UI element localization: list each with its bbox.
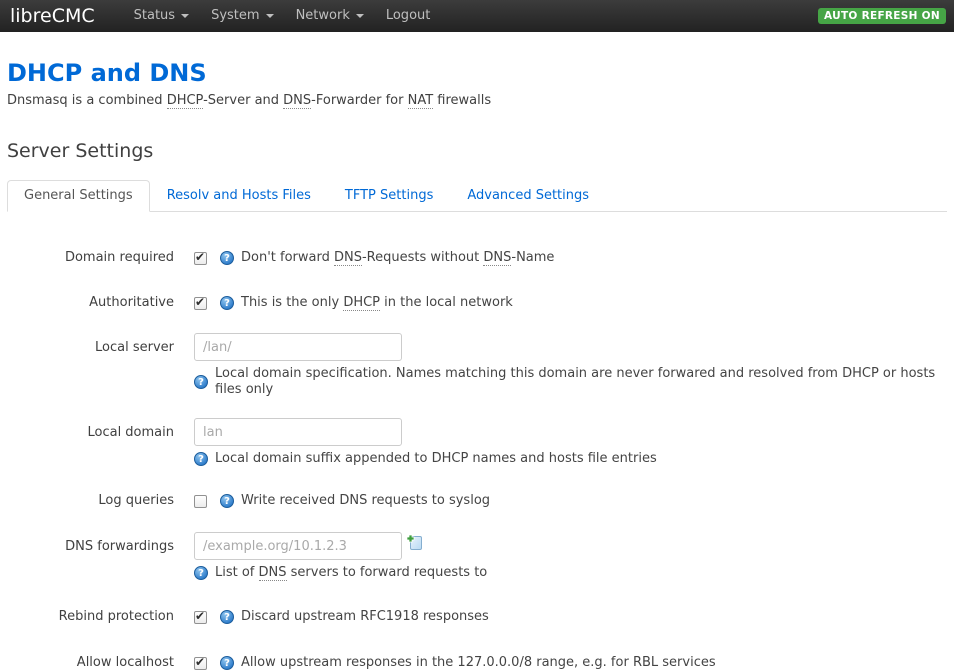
tab-advanced-settings[interactable]: Advanced Settings (450, 180, 606, 212)
nav-menu: Status System Network Logout (123, 0, 442, 32)
server-settings-form: Domain required ? Don't forward DNS-Requ… (7, 250, 947, 671)
field-row-local-domain: Local domain ? Local domain suffix appen… (7, 418, 947, 467)
chevron-down-icon (266, 14, 274, 18)
domain-required-checkbox[interactable] (194, 252, 207, 265)
field-description: List of DNS servers to forward requests … (215, 565, 487, 581)
help-icon: ? (194, 452, 208, 466)
dns-forwardings-input[interactable] (194, 532, 402, 560)
field-label: Allow localhost (7, 655, 194, 671)
help-icon: ? (194, 566, 208, 580)
tab-bar: General Settings Resolv and Hosts Files … (7, 180, 947, 212)
nav-menu-status-label: Status (134, 0, 175, 32)
top-navbar: libreCMC Status System Network Logout AU… (0, 0, 954, 32)
tab-tftp-settings[interactable]: TFTP Settings (328, 180, 450, 212)
log-queries-checkbox[interactable] (194, 495, 207, 508)
nav-menu-network[interactable]: Network (285, 0, 375, 32)
section-heading: Server Settings (7, 140, 947, 162)
page-title: DHCP and DNS (7, 59, 947, 87)
field-description: Discard upstream RFC1918 responses (241, 609, 489, 625)
field-description: This is the only DHCP in the local netwo… (241, 295, 513, 311)
nav-menu-status[interactable]: Status (123, 0, 200, 32)
nav-menu-system-label: System (211, 0, 259, 32)
tab-general-settings[interactable]: General Settings (7, 180, 150, 212)
field-row-local-server: Local server ? Local domain specificatio… (7, 333, 947, 398)
field-label: Authoritative (7, 295, 194, 311)
chevron-down-icon (181, 14, 189, 18)
tab-resolv-and-hosts-files[interactable]: Resolv and Hosts Files (150, 180, 328, 212)
field-label: Rebind protection (7, 609, 194, 625)
field-description: Write received DNS requests to syslog (241, 493, 490, 509)
nav-menu-logout[interactable]: Logout (375, 0, 442, 32)
chevron-down-icon (356, 14, 364, 18)
field-description: Local domain suffix appended to DHCP nam… (215, 451, 657, 467)
help-icon: ? (220, 251, 234, 265)
field-row-dns-forwardings: DNS forwardings (7, 532, 947, 581)
field-row-allow-localhost: Allow localhost ? Allow upstream respons… (7, 655, 947, 671)
field-label: Local domain (7, 418, 194, 467)
field-row-authoritative: Authoritative ? This is the only DHCP in… (7, 295, 947, 311)
field-description: Local domain specification. Names matchi… (215, 366, 947, 398)
local-server-input[interactable] (194, 333, 402, 361)
page-subtitle: Dnsmasq is a combined DHCP-Server and DN… (7, 93, 947, 108)
nav-menu-system[interactable]: System (200, 0, 284, 32)
field-label: Domain required (7, 250, 194, 266)
field-row-domain-required: Domain required ? Don't forward DNS-Requ… (7, 250, 947, 266)
field-label: Local server (7, 333, 194, 398)
local-domain-input[interactable] (194, 418, 402, 446)
page-content: DHCP and DNS Dnsmasq is a combined DHCP-… (7, 59, 947, 671)
authoritative-checkbox[interactable] (194, 297, 207, 310)
add-icon (406, 534, 423, 551)
field-label: Log queries (7, 493, 194, 509)
field-row-rebind-protection: Rebind protection ? Discard upstream RFC… (7, 609, 947, 625)
help-icon: ? (194, 375, 208, 389)
allow-localhost-checkbox[interactable] (194, 657, 207, 670)
nav-menu-logout-label: Logout (386, 0, 431, 32)
add-entry-button[interactable] (406, 534, 423, 551)
auto-refresh-toggle[interactable]: AUTO REFRESH ON (818, 8, 946, 24)
field-row-log-queries: Log queries ? Write received DNS request… (7, 493, 947, 509)
help-icon: ? (220, 494, 234, 508)
nav-menu-network-label: Network (296, 0, 350, 32)
field-description: Allow upstream responses in the 127.0.0.… (241, 655, 716, 671)
help-icon: ? (220, 296, 234, 310)
help-icon: ? (220, 610, 234, 624)
field-label: DNS forwardings (7, 532, 194, 581)
brand-logo[interactable]: libreCMC (8, 5, 97, 27)
help-icon: ? (220, 656, 234, 670)
field-description: Don't forward DNS-Requests without DNS-N… (241, 250, 554, 266)
rebind-protection-checkbox[interactable] (194, 611, 207, 624)
